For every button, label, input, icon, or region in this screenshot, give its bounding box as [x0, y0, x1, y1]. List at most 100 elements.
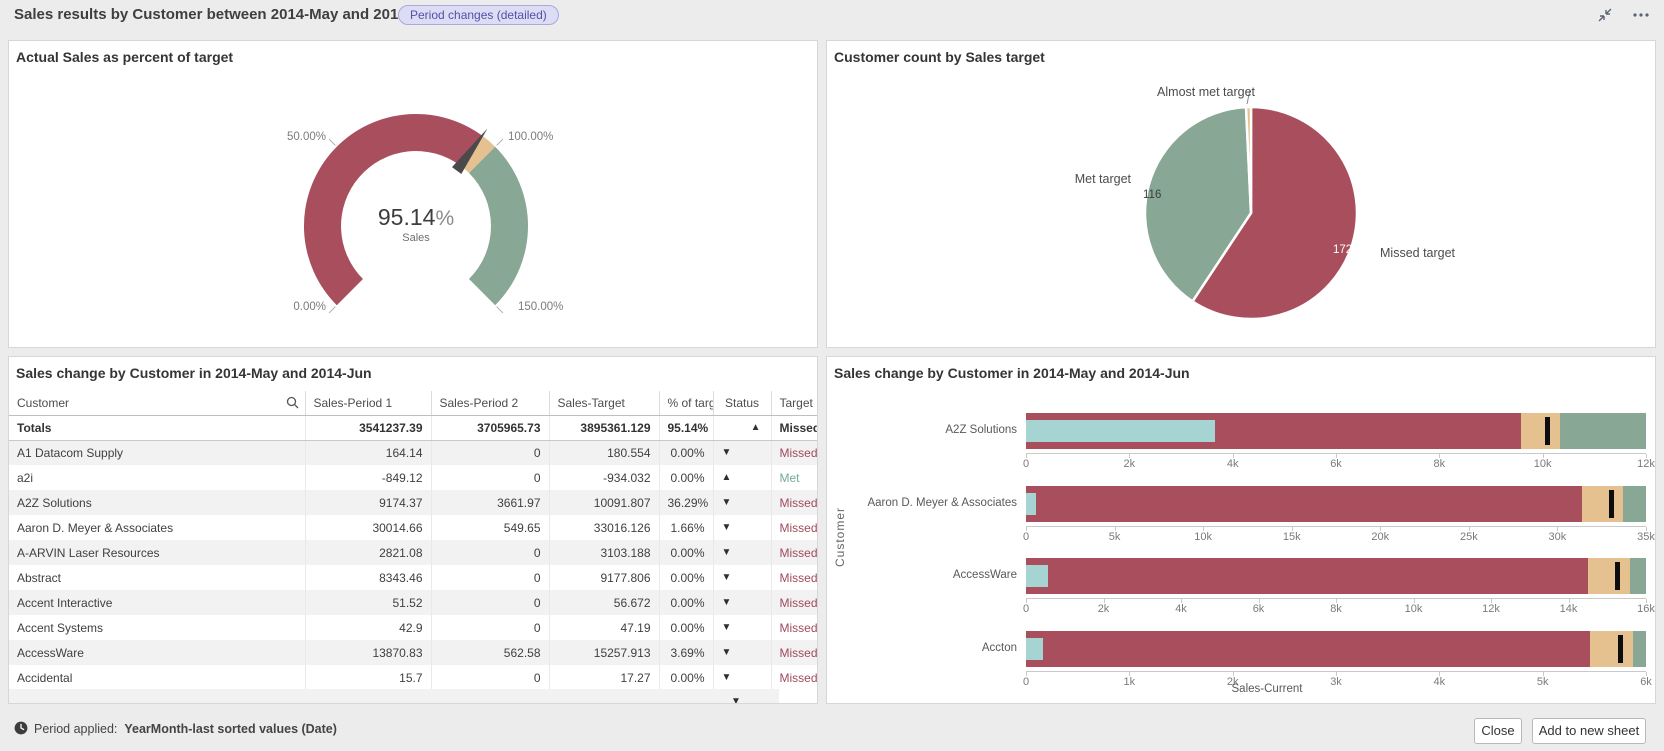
cell-status[interactable]: ▼	[713, 665, 771, 690]
cell-customer[interactable]: AccessWare	[9, 640, 305, 665]
table-row[interactable]: A-ARVIN Laser Resources2821.0803103.1880…	[9, 540, 817, 565]
cell-status[interactable]: ▼	[713, 515, 771, 540]
close-button[interactable]: Close	[1474, 718, 1522, 744]
col-header-1[interactable]: Sales-Period 1	[305, 391, 431, 415]
cell-st[interactable]: 15257.913	[549, 640, 659, 665]
table-row[interactable]: AccessWare13870.83562.5815257.9133.69%▼M…	[9, 640, 817, 665]
cell-sp1[interactable]: 9174.37	[305, 490, 431, 515]
cell-sp2[interactable]: 3705965.73	[431, 415, 549, 440]
cell-st[interactable]: 180.554	[549, 440, 659, 465]
table-row[interactable]: A2Z Solutions9174.373661.9710091.80736.2…	[9, 490, 817, 515]
cell-target[interactable]: Missed	[771, 590, 817, 615]
cell-target[interactable]: Missed	[771, 440, 817, 465]
table-row[interactable]: Aaron D. Meyer & Associates30014.66549.6…	[9, 515, 817, 540]
cell-sp2[interactable]: 0	[431, 465, 549, 490]
cell-customer[interactable]: Accidental	[9, 665, 305, 690]
cell-st[interactable]: 33016.126	[549, 515, 659, 540]
cell-customer[interactable]: Totals	[9, 415, 305, 440]
cell-sp1[interactable]: 2821.08	[305, 540, 431, 565]
cell-target[interactable]: Missed	[771, 540, 817, 565]
more-options-icon[interactable]	[1632, 6, 1650, 24]
cell-customer[interactable]: Aaron D. Meyer & Associates	[9, 515, 305, 540]
cell-sp1[interactable]: 42.9	[305, 615, 431, 640]
cell-pct[interactable]: 95.14%	[659, 415, 713, 440]
cell-sp1[interactable]: 30014.66	[305, 515, 431, 540]
cell-status[interactable]: ▼	[713, 540, 771, 565]
cell-status[interactable]: ▼	[713, 565, 771, 590]
bullet-bar[interactable]	[1026, 486, 1646, 522]
table-row[interactable]: a2i-849.120-934.0320.00%▲Met	[9, 465, 817, 490]
cell-status[interactable]: ▲	[713, 415, 771, 440]
table-row[interactable]: A1 Datacom Supply164.140180.5540.00%▼Mis…	[9, 440, 817, 465]
cell-sp1[interactable]: 15.7	[305, 665, 431, 690]
col-header-3[interactable]: Sales-Target	[549, 391, 659, 415]
cell-customer[interactable]: A-ARVIN Laser Resources	[9, 540, 305, 565]
table-row[interactable]: Accent Interactive51.52056.6720.00%▼Miss…	[9, 590, 817, 615]
bullet-bar[interactable]	[1026, 631, 1646, 667]
cell-sp2[interactable]: 549.65	[431, 515, 549, 540]
cell-target[interactable]: Missed	[771, 415, 817, 440]
cell-st[interactable]: 3103.188	[549, 540, 659, 565]
col-header-2[interactable]: Sales-Period 2	[431, 391, 549, 415]
cell-st[interactable]: 9177.806	[549, 565, 659, 590]
cell-customer[interactable]: Accent Systems	[9, 615, 305, 640]
cell-pct[interactable]: 1.66%	[659, 515, 713, 540]
col-header-5[interactable]: Status	[713, 391, 771, 415]
bullet-bar[interactable]	[1026, 413, 1646, 449]
col-header-4[interactable]: % of target	[659, 391, 713, 415]
cell-sp2[interactable]: 0	[431, 590, 549, 615]
bullet-bar[interactable]	[1026, 558, 1646, 594]
table-row[interactable]: Accent Systems42.9047.190.00%▼Missed	[9, 615, 817, 640]
cell-sp2[interactable]: 3661.97	[431, 490, 549, 515]
cell-pct[interactable]: 0.00%	[659, 665, 713, 690]
cell-customer[interactable]: Accent Interactive	[9, 590, 305, 615]
col-header-6[interactable]: Target	[771, 391, 817, 415]
cell-customer[interactable]: A1 Datacom Supply	[9, 440, 305, 465]
cell-pct[interactable]: 0.00%	[659, 465, 713, 490]
cell-sp2[interactable]: 0	[431, 615, 549, 640]
cell-customer[interactable]: a2i	[9, 465, 305, 490]
cell-pct[interactable]: 0.00%	[659, 565, 713, 590]
cell-status[interactable]: ▼	[713, 590, 771, 615]
cell-status[interactable]: ▼	[713, 640, 771, 665]
cell-pct[interactable]: 36.29%	[659, 490, 713, 515]
cell-pct[interactable]: 0.00%	[659, 590, 713, 615]
cell-status[interactable]: ▼	[713, 490, 771, 515]
collapse-icon[interactable]	[1596, 6, 1614, 24]
period-changes-badge[interactable]: Period changes (detailed)	[398, 5, 559, 25]
cell-sp2[interactable]: 0	[431, 540, 549, 565]
cell-sp1[interactable]: 3541237.39	[305, 415, 431, 440]
cell-st[interactable]: 10091.807	[549, 490, 659, 515]
cell-st[interactable]: 3895361.129	[549, 415, 659, 440]
add-to-new-sheet-button[interactable]: Add to new sheet	[1532, 718, 1646, 744]
cell-st[interactable]: 56.672	[549, 590, 659, 615]
cell-st[interactable]: 47.19	[549, 615, 659, 640]
cell-target[interactable]: Missed	[771, 615, 817, 640]
cell-target[interactable]: Missed	[771, 490, 817, 515]
cell-sp1[interactable]: 8343.46	[305, 565, 431, 590]
cell-customer[interactable]: A2Z Solutions	[9, 490, 305, 515]
cell-status[interactable]: ▼	[713, 440, 771, 465]
cell-sp1[interactable]: 13870.83	[305, 640, 431, 665]
cell-sp1[interactable]: 164.14	[305, 440, 431, 465]
cell-pct[interactable]: 0.00%	[659, 615, 713, 640]
cell-pct[interactable]: 0.00%	[659, 440, 713, 465]
cell-status[interactable]: ▲	[713, 465, 771, 490]
cell-sp2[interactable]: 0	[431, 440, 549, 465]
cell-pct[interactable]: 3.69%	[659, 640, 713, 665]
table-totals-row[interactable]: Totals3541237.393705965.733895361.12995.…	[9, 415, 817, 440]
search-icon[interactable]	[286, 396, 299, 412]
cell-customer[interactable]: Abstract	[9, 565, 305, 590]
cell-st[interactable]: 17.27	[549, 665, 659, 690]
cell-status[interactable]: ▼	[713, 615, 771, 640]
table-header-row[interactable]: CustomerSales-Period 1Sales-Period 2Sale…	[9, 391, 817, 415]
table-row[interactable]: Abstract8343.4609177.8060.00%▼Missed	[9, 565, 817, 590]
cell-sp1[interactable]: 51.52	[305, 590, 431, 615]
cell-target[interactable]: Missed	[771, 640, 817, 665]
table-row[interactable]: Accidental15.7017.270.00%▼Missed	[9, 665, 817, 690]
cell-sp2[interactable]: 0	[431, 565, 549, 590]
cell-sp2[interactable]: 0	[431, 665, 549, 690]
cell-sp1[interactable]: -849.12	[305, 465, 431, 490]
cell-target[interactable]: Missed	[771, 665, 817, 690]
cell-sp2[interactable]: 562.58	[431, 640, 549, 665]
